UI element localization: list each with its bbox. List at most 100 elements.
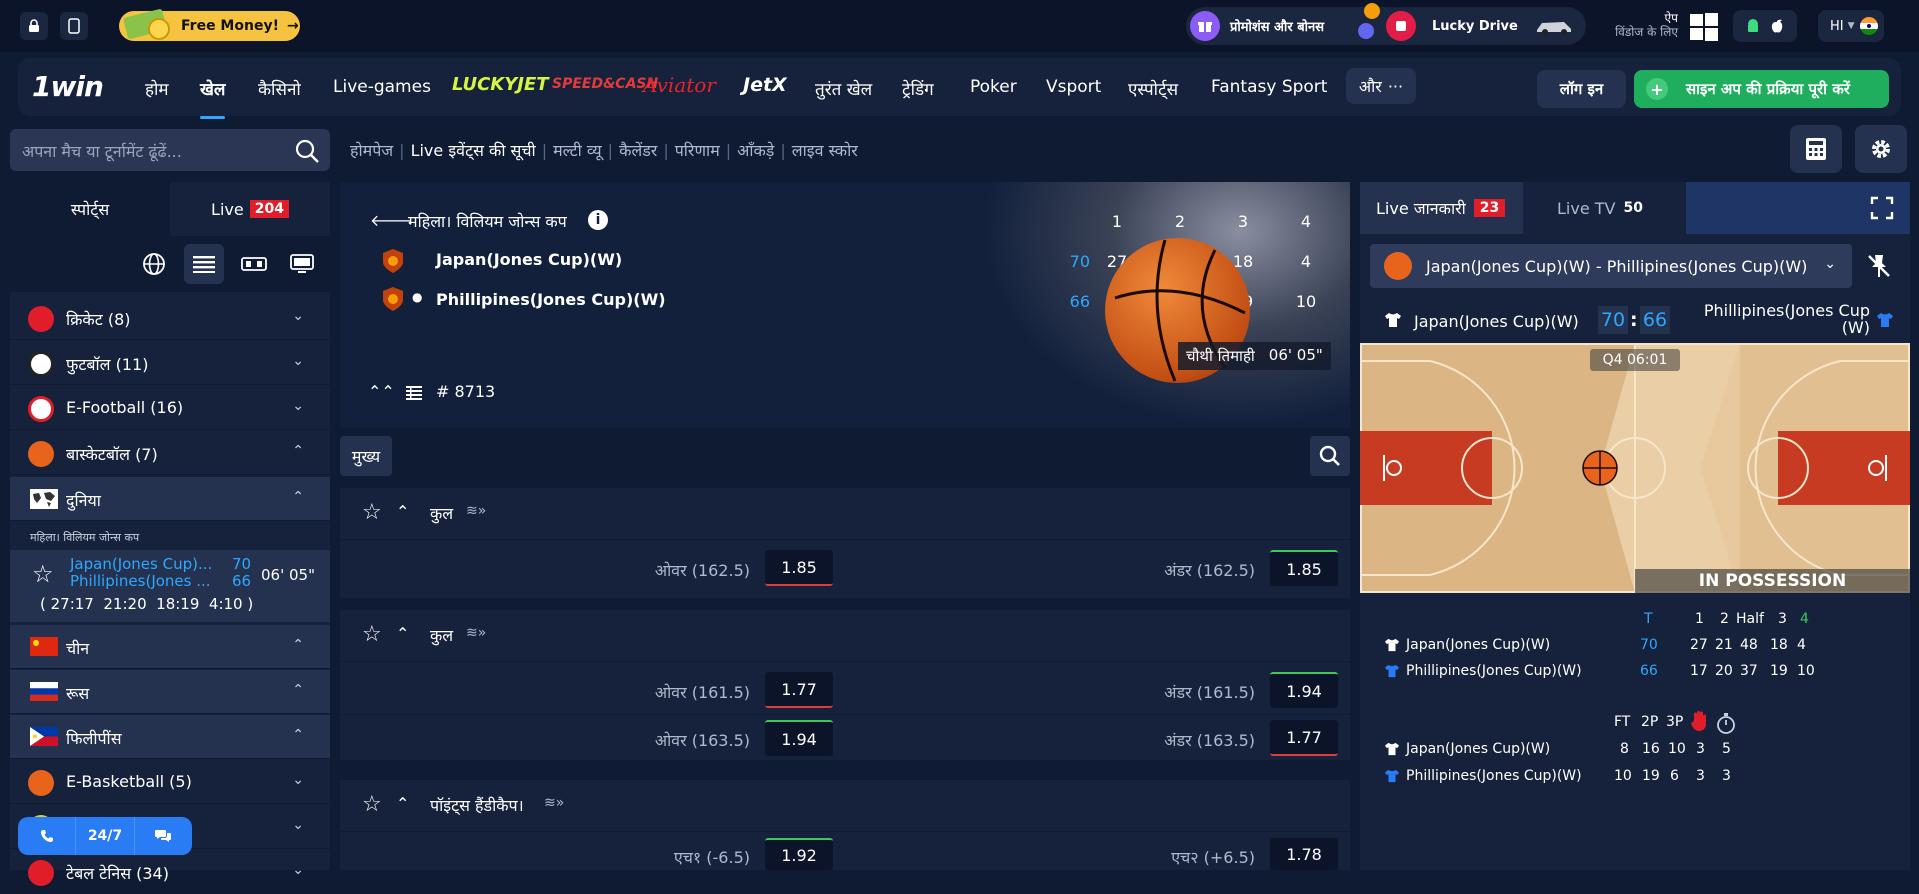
nav-luckyjet[interactable]: LUCKYJET [452, 74, 549, 95]
tv-view-button[interactable] [282, 244, 322, 284]
live-match-item[interactable]: ☆ Japan(Jones Cup)... Phillipines(Jones … [10, 550, 330, 622]
stats-team2-name: Phillipines(Jones Cup)(W) [1406, 663, 1582, 679]
fullscreen-icon[interactable] [1870, 196, 1894, 220]
app-download-label[interactable]: ऐप विंडोज के लिए [1600, 11, 1678, 39]
sport-football[interactable]: फुटबॉल (11) ⌄ [10, 341, 330, 385]
sport-e-basketball[interactable]: E-Basketball (5) ⌄ [10, 760, 330, 804]
nav-instant-games[interactable]: तुरंत खेल [815, 77, 872, 100]
star-icon[interactable]: ☆ [32, 560, 54, 588]
tab-live-tv[interactable]: Live TV 50 [1523, 182, 1686, 234]
chevron-up-icon[interactable]: ⌃ [396, 502, 409, 521]
soccer-ball-icon [28, 351, 54, 377]
crumb-results[interactable]: परिणाम [675, 141, 720, 160]
nav-aviator[interactable]: Aviator [643, 73, 716, 97]
team2-jersey-icon [1877, 313, 1893, 327]
star-icon[interactable]: ☆ [362, 792, 382, 817]
crumb-calendar[interactable]: कैलेंडर [619, 141, 657, 160]
match-select-dropdown[interactable]: Japan(Jones Cup)(W) - Phillipines(Jones … [1370, 244, 1852, 288]
nav-casino[interactable]: कैसिनो [258, 77, 301, 100]
chevron-up-icon[interactable]: ⌃ [396, 624, 409, 643]
phone-icon [40, 830, 53, 842]
sport-cricket[interactable]: क्रिकेट (8) ⌄ [10, 296, 330, 340]
match-score2: 66 [232, 572, 252, 590]
free-money-button[interactable]: Free Money! → [119, 9, 300, 41]
calculator-button[interactable] [1790, 125, 1842, 173]
odd-h1-button[interactable]: 1.92 [765, 838, 833, 870]
odd-over-button[interactable]: 1.85 [765, 550, 833, 586]
market-search-button[interactable] [1310, 436, 1350, 476]
search-icon[interactable] [294, 138, 320, 164]
region-philippines[interactable]: फिलीपींस ⌃ [10, 715, 330, 759]
region-world[interactable]: दुनिया ⌃ [10, 477, 330, 521]
region-russia[interactable]: रूस ⌃ [10, 670, 330, 714]
odd-under-button[interactable]: 1.85 [1270, 550, 1338, 586]
star-icon[interactable]: ☆ [362, 500, 382, 525]
nav-live-games[interactable]: Live-games [333, 77, 431, 97]
login-button[interactable]: लॉग इन [1537, 70, 1626, 108]
timeout-stopwatch-icon [1717, 713, 1735, 734]
odd-over-button[interactable]: 1.94 [765, 720, 833, 756]
odd-under-button[interactable]: 1.77 [1270, 720, 1338, 756]
crumb-stats[interactable]: आँकड़े [737, 141, 774, 160]
sport-table-tennis[interactable]: टेबल टेनिस (34) ⌄ [10, 850, 330, 894]
sport-basketball[interactable]: बास्केटबॉल (7) ⌃ [10, 431, 330, 475]
free-money-label: Free Money! [181, 18, 279, 34]
mobile-icon[interactable] [60, 12, 88, 40]
tab-sports[interactable]: स्पोर्ट्स [10, 182, 170, 236]
nav-vsport[interactable]: Vsport [1046, 77, 1101, 97]
lock-icon[interactable] [20, 12, 48, 40]
crumb-multiview[interactable]: मल्टी व्यू [553, 141, 602, 160]
nav-sports[interactable]: खेल [200, 77, 226, 119]
unpin-icon[interactable] [1865, 252, 1893, 280]
back-arrow-icon[interactable]: 🡐 [370, 210, 413, 230]
mobile-apps-button[interactable] [1733, 10, 1797, 42]
promotions-button[interactable]: प्रोमोशंस और बोनस [1186, 3, 1412, 45]
language-selector[interactable]: HI ▼ [1818, 10, 1884, 42]
nav-home[interactable]: होम [145, 77, 169, 100]
odd-h2-button[interactable]: 1.78 [1270, 838, 1338, 870]
apple-icon [1771, 19, 1783, 33]
team2-jersey-icon [1385, 664, 1399, 678]
collapse-icon[interactable]: ⌃⌃ [368, 382, 395, 401]
crumb-live-events[interactable]: Live इवेंट्स की सूची [411, 141, 536, 160]
nav-poker[interactable]: Poker [970, 77, 1017, 97]
chevron-down-icon: ⌄ [292, 308, 304, 324]
market-total-2: ☆ ⌃ कुल ≋» ओवर (161.5) 1.77 अंडर (161.5)… [340, 610, 1350, 760]
nav-jetx[interactable]: JetX [743, 74, 787, 96]
tab-live[interactable]: Live 204 [170, 182, 330, 236]
info-icon[interactable]: i [588, 210, 608, 230]
star-icon[interactable]: ☆ [362, 622, 382, 647]
match-time: 06' 05" [261, 566, 315, 584]
nav-trading[interactable]: ट्रेडिंग [902, 77, 934, 100]
chat-button[interactable] [135, 817, 192, 855]
tab-main[interactable]: मुख्य [340, 436, 392, 476]
signup-button[interactable]: + साइन अप की प्रक्रिया पूरी करें [1634, 70, 1889, 108]
chevron-up-icon[interactable]: ⌃ [396, 794, 409, 813]
phone-button[interactable] [18, 817, 77, 855]
crumb-live-score[interactable]: लाइव स्कोर [792, 141, 858, 160]
logo[interactable]: 1win [32, 70, 104, 103]
sport-e-football[interactable]: E-Football (16) ⌄ [10, 386, 330, 430]
nav-more-button[interactable]: और ··· [1346, 68, 1416, 104]
support-hours[interactable]: 24/7 [76, 817, 135, 855]
search-input[interactable]: अपना मैच या टूर्नामेंट ढूंढें... [10, 129, 330, 171]
odd-under-button[interactable]: 1.94 [1270, 672, 1338, 708]
nav-esports[interactable]: एस्पोर्ट्स [1128, 77, 1178, 100]
nav-fantasy-sport[interactable]: Fantasy Sport [1211, 77, 1327, 97]
lucky-drive-button[interactable]: Lucky Drive [1382, 7, 1586, 45]
stats-table-icon[interactable] [406, 386, 422, 400]
scoreboard-view-button[interactable] [234, 244, 274, 284]
crumb-home[interactable]: होमपेज [350, 141, 393, 160]
odd-over-button[interactable]: 1.77 [765, 672, 833, 708]
tab-live-info[interactable]: Live जानकारी 23 [1360, 182, 1523, 234]
shots-team2-name: Phillipines(Jones Cup)(W) [1406, 768, 1582, 784]
market-tab-bar: मुख्य [340, 436, 1350, 480]
search-icon [1319, 445, 1340, 466]
windows-icon[interactable] [1689, 12, 1719, 42]
gear-icon [1872, 140, 1890, 158]
region-china[interactable]: चीन ⌃ [10, 625, 330, 669]
globe-view-button[interactable] [134, 244, 174, 284]
chevron-up-icon: ⌃ [292, 489, 304, 505]
list-view-button[interactable] [184, 244, 224, 284]
settings-button[interactable] [1855, 125, 1907, 173]
